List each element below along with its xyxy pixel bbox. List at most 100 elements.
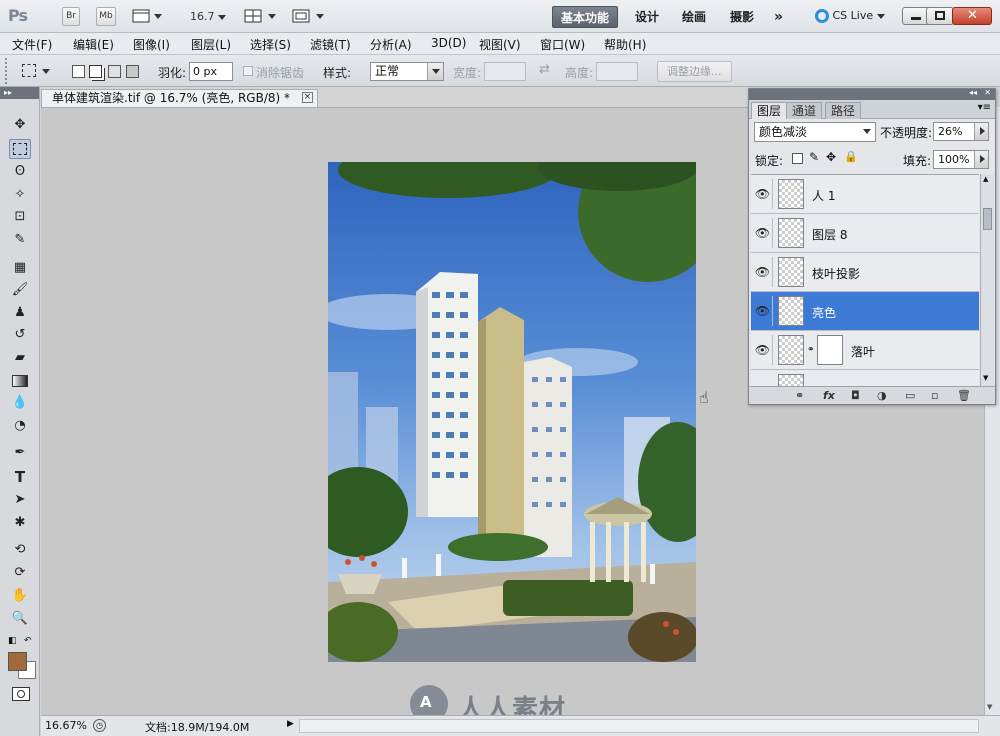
menu-analysis[interactable]: 分析(A): [370, 36, 412, 53]
status-info-icon[interactable]: ◷: [93, 719, 106, 732]
layer-row-partial[interactable]: [751, 370, 979, 386]
visibility-eye-icon[interactable]: 👁: [753, 218, 773, 248]
visibility-eye-icon[interactable]: 👁: [753, 296, 773, 326]
default-colors-icon[interactable]: ◧: [8, 636, 17, 646]
launch-bridge-button[interactable]: Br: [62, 7, 80, 26]
panel-menu-icon[interactable]: ▾≡: [978, 102, 991, 113]
lock-transparent-pixels-icon[interactable]: [792, 153, 803, 164]
new-adjustment-layer-icon[interactable]: ◑: [877, 389, 887, 402]
menu-filter[interactable]: 滤镜(T): [310, 36, 351, 53]
launch-minibridge-button[interactable]: Mb: [96, 7, 116, 26]
collapse-panel-icon[interactable]: ◂◂: [969, 88, 977, 97]
quick-mask-icon[interactable]: [12, 687, 30, 701]
workspace-painting[interactable]: 绘画: [674, 6, 714, 28]
zoom-level-menu[interactable]: 16.7: [190, 10, 226, 23]
scroll-down-icon[interactable]: ▼: [987, 703, 992, 711]
blend-mode-select[interactable]: 颜色减淡: [754, 122, 876, 142]
menu-layer[interactable]: 图层(L): [191, 36, 231, 53]
style-select[interactable]: 正常: [370, 62, 444, 81]
hand-tool-icon[interactable]: ✋: [9, 586, 31, 606]
layers-panel-header[interactable]: ◂◂ ✕: [749, 88, 995, 100]
3d-orbit-tool-icon[interactable]: ⟳: [9, 563, 31, 583]
custom-shape-tool-icon[interactable]: ✱: [9, 513, 31, 533]
cs-live-menu[interactable]: CS Live: [815, 9, 885, 23]
opacity-input[interactable]: 26%: [933, 122, 989, 141]
screen-mode-menu[interactable]: [292, 9, 326, 25]
refine-edge-button[interactable]: 调整边缘...: [657, 61, 732, 82]
link-layers-icon[interactable]: ⚭: [795, 389, 804, 402]
quick-selection-tool-icon[interactable]: ✧: [9, 185, 31, 205]
width-input[interactable]: [484, 62, 526, 81]
menu-view[interactable]: 视图(V): [479, 36, 521, 53]
crop-tool-icon[interactable]: ⊡: [9, 207, 31, 227]
rectangular-marquee-tool-icon[interactable]: [9, 139, 31, 159]
eyedropper-tool-icon[interactable]: ✎: [9, 230, 31, 250]
lock-image-pixels-icon[interactable]: ✎: [809, 150, 819, 164]
zoom-tool-icon[interactable]: 🔍: [9, 609, 31, 629]
scroll-up-icon[interactable]: ▲: [983, 175, 988, 183]
lock-position-icon[interactable]: ✥: [826, 150, 836, 164]
gradient-tool-icon[interactable]: [9, 371, 31, 391]
type-tool-icon[interactable]: T: [9, 467, 31, 487]
fill-input[interactable]: 100%: [933, 150, 989, 169]
tab-layers[interactable]: 图层: [751, 102, 788, 119]
layer-row[interactable]: 👁 枝叶投影: [751, 253, 979, 292]
lasso-tool-icon[interactable]: ʘ: [9, 162, 31, 182]
close-document-icon[interactable]: ×: [302, 92, 313, 103]
workspace-design[interactable]: 设计: [627, 6, 667, 28]
new-selection-icon[interactable]: [72, 65, 85, 78]
maximize-button[interactable]: [926, 7, 954, 25]
layer-list-scrollbar[interactable]: ▲ ▼: [980, 174, 994, 386]
clone-stamp-tool-icon[interactable]: ♟: [9, 303, 31, 323]
horizontal-scrollbar[interactable]: [299, 719, 979, 733]
move-tool-icon[interactable]: ✥: [9, 115, 31, 135]
delete-layer-icon[interactable]: 🗑: [957, 389, 971, 402]
menu-image[interactable]: 图像(I): [133, 36, 170, 53]
document-tab[interactable]: 单体建筑渲染.tif @ 16.7% (亮色, RGB/8) * ×: [41, 89, 318, 107]
scroll-thumb[interactable]: [983, 208, 992, 230]
history-brush-tool-icon[interactable]: ↺: [9, 325, 31, 345]
visibility-eye-icon[interactable]: 👁: [753, 257, 773, 287]
tab-paths[interactable]: 路径: [825, 102, 862, 119]
antialias-checkbox[interactable]: [243, 66, 253, 76]
workspace-essentials[interactable]: 基本功能: [552, 6, 619, 28]
brush-tool-icon[interactable]: 🖌: [9, 280, 31, 300]
menu-select[interactable]: 选择(S): [250, 36, 291, 53]
spot-healing-tool-icon[interactable]: ▦: [9, 258, 31, 278]
tool-preset-picker[interactable]: [20, 61, 56, 81]
foreground-color-swatch[interactable]: [8, 652, 27, 671]
menu-file[interactable]: 文件(F): [12, 36, 52, 53]
menu-edit[interactable]: 编辑(E): [73, 36, 114, 53]
blur-tool-icon[interactable]: 💧: [9, 393, 31, 413]
intersect-selection-icon[interactable]: [126, 65, 139, 78]
subtract-from-selection-icon[interactable]: [108, 65, 121, 78]
view-extras-menu[interactable]: [132, 9, 162, 25]
swap-colors-icon[interactable]: ↶: [24, 636, 32, 646]
close-window-button[interactable]: ✕: [952, 7, 992, 25]
add-mask-icon[interactable]: ◘: [851, 389, 860, 402]
arrange-documents-menu[interactable]: [244, 9, 276, 25]
menu-3d[interactable]: 3D(D): [431, 36, 466, 50]
tools-panel-header[interactable]: ▸▸: [0, 87, 39, 99]
menu-help[interactable]: 帮助(H): [604, 36, 646, 53]
new-layer-icon[interactable]: ▫: [931, 389, 938, 402]
visibility-eye-icon[interactable]: 👁: [753, 335, 773, 365]
pen-tool-icon[interactable]: ✒: [9, 443, 31, 463]
eraser-tool-icon[interactable]: ▰: [9, 348, 31, 368]
layer-row-selected[interactable]: 👁 亮色: [751, 292, 979, 331]
add-layer-style-icon[interactable]: fx: [823, 389, 835, 402]
options-grip[interactable]: [5, 58, 9, 84]
layer-row[interactable]: 👁 图层 8: [751, 214, 979, 253]
swap-dimensions-icon[interactable]: ⇄: [539, 62, 550, 77]
feather-input[interactable]: 0 px: [189, 62, 233, 81]
path-selection-tool-icon[interactable]: ➤: [9, 490, 31, 510]
3d-rotate-tool-icon[interactable]: ⟲: [9, 540, 31, 560]
status-menu-arrow-icon[interactable]: ▶: [287, 719, 294, 729]
add-to-selection-icon[interactable]: [89, 65, 102, 78]
new-group-icon[interactable]: ▭: [905, 389, 915, 402]
layer-mask-thumbnail[interactable]: [817, 335, 843, 365]
tab-channels[interactable]: 通道: [786, 102, 823, 119]
visibility-eye-icon[interactable]: 👁: [753, 179, 773, 209]
close-panel-icon[interactable]: ✕: [984, 88, 991, 97]
height-input[interactable]: [596, 62, 638, 81]
